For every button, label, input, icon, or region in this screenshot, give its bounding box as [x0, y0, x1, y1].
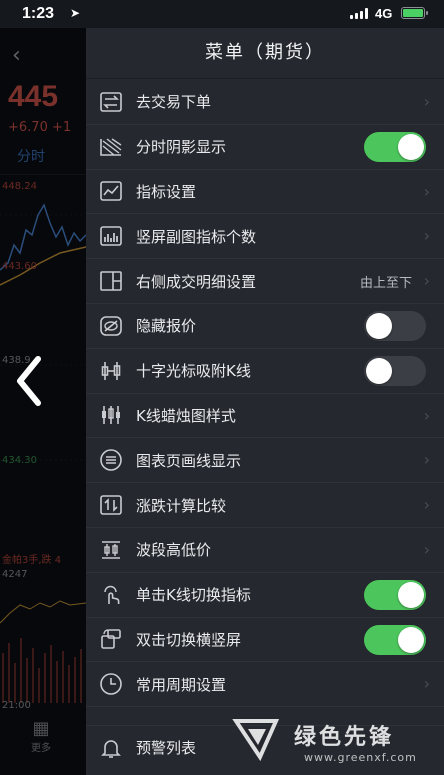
chevron-right-icon: › [423, 271, 430, 291]
chevron-right-icon: › [423, 495, 430, 515]
menu-item-band-high-low[interactable]: 波段高低价 › [86, 528, 444, 573]
menu-item-common-periods[interactable]: 常用周期设置 › [86, 662, 444, 708]
chevron-right-icon: › [423, 450, 430, 470]
location-arrow-icon: ➤ [70, 6, 81, 20]
transfer-icon [98, 89, 124, 115]
menu-item-crosshair-snap[interactable]: 十字光标吸附K线 [86, 349, 444, 394]
menu-item-label: 波段高低价 [136, 541, 212, 560]
status-bar: 1:23 ➤ 4G [0, 0, 444, 28]
menu-item-shade-display[interactable]: 分时阴影显示 [86, 125, 444, 170]
tap-finger-icon [98, 582, 124, 608]
network-type: 4G [375, 6, 393, 21]
menu-item-label: 竖屏副图指标个数 [136, 227, 257, 246]
menu-item-label: 图表页画线显示 [136, 451, 242, 470]
menu-item-candlestick-style[interactable]: K线蜡烛图样式 › [86, 394, 444, 439]
bar-chart-icon [98, 223, 124, 249]
signal-strength-icon [350, 8, 368, 19]
watermark-url: www.greenxf.com [304, 751, 417, 764]
chevron-right-icon: › [423, 181, 430, 201]
draw-lines-icon [98, 447, 124, 473]
watermark-text: 绿色先锋 [294, 725, 395, 750]
menu-item-change-compare[interactable]: 涨跌计算比较 › [86, 483, 444, 528]
eye-hidden-icon [98, 313, 124, 339]
menu-item-draw-lines[interactable]: 图表页画线显示 › [86, 438, 444, 484]
up-down-compare-icon [98, 492, 124, 518]
crosshair-snap-toggle[interactable] [364, 355, 426, 386]
hide-quote-toggle[interactable] [364, 310, 426, 341]
clock-icon [98, 671, 124, 697]
menu-item-label: 去交易下单 [136, 93, 212, 112]
chevron-right-icon: › [423, 92, 430, 111]
menu-drawer: 菜单（期货） 去交易下单 › 分时阴影显示 指标设置 › 竖屏副图指标个数 › … [86, 28, 444, 775]
menu-item-indicator-settings[interactable]: 指标设置 › [86, 170, 444, 215]
tap-switch-toggle[interactable] [364, 579, 426, 610]
menu-item-tap-switch-indicator[interactable]: 单击K线切换指标 [86, 573, 444, 618]
chevron-right-icon: › [423, 539, 430, 559]
menu-list: 去交易下单 › 分时阴影显示 指标设置 › 竖屏副图指标个数 › 右侧成交明细设… [86, 80, 444, 708]
watermark-logo-icon [232, 719, 280, 762]
split-panel-icon [98, 268, 124, 294]
rotate-screen-icon [98, 626, 124, 652]
shade-toggle[interactable] [364, 131, 426, 162]
double-tap-rotate-toggle[interactable] [364, 624, 426, 655]
indicator-chart-icon [98, 178, 124, 204]
shade-area-icon [98, 134, 124, 160]
watermark: 绿色先锋 www.greenxf.com [232, 713, 442, 773]
battery-icon [401, 7, 428, 19]
status-time: 1:23 [22, 5, 55, 22]
band-high-low-icon [98, 537, 124, 563]
crosshair-candle-icon [98, 358, 124, 384]
trade-detail-order-value: 由上至下 [359, 276, 412, 292]
candlestick-icon [98, 402, 124, 428]
menu-item-label: K线蜡烛图样式 [136, 406, 236, 425]
chevron-right-icon: › [423, 226, 430, 246]
menu-item-sub-chart-count[interactable]: 竖屏副图指标个数 › [86, 214, 444, 260]
menu-item-label: 常用周期设置 [136, 675, 227, 694]
chevron-right-icon: › [423, 674, 430, 694]
close-drawer-chevron-icon[interactable] [14, 355, 46, 407]
menu-item-double-tap-rotate[interactable]: 双击切换横竖屏 [86, 618, 444, 663]
menu-item-trade-order[interactable]: 去交易下单 › [86, 80, 444, 125]
menu-item-trade-detail-settings[interactable]: 右侧成交明细设置 由上至下 › [86, 259, 444, 304]
chevron-right-icon: › [423, 405, 430, 425]
menu-item-label: 涨跌计算比较 [136, 496, 227, 515]
bell-alert-icon [98, 735, 124, 761]
menu-item-hide-quote[interactable]: 隐藏报价 [86, 304, 444, 349]
drawer-title: 菜单（期货） [86, 28, 444, 79]
menu-item-label: 指标设置 [136, 182, 197, 201]
